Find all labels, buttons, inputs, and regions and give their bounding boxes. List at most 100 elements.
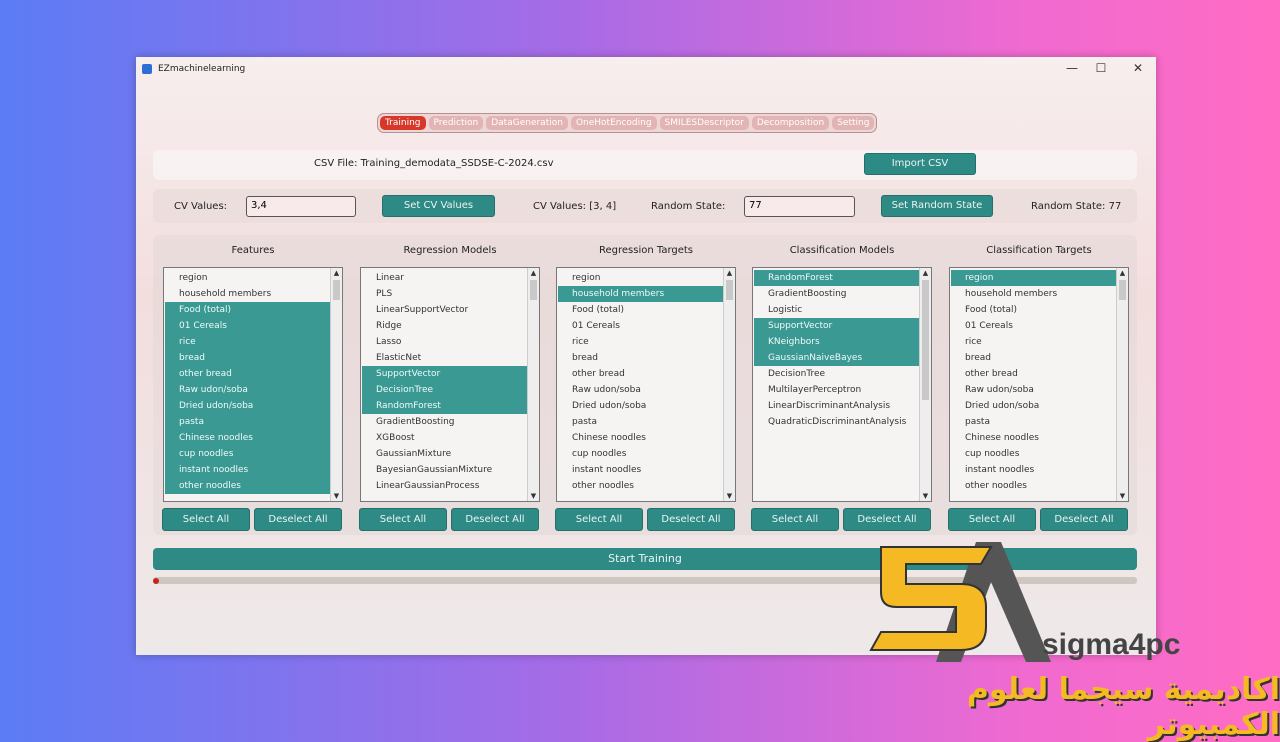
list-item[interactable]: Dried udon/soba bbox=[951, 398, 1116, 414]
scrollbar[interactable]: ▲ ▼ bbox=[527, 268, 539, 501]
cv-values-input[interactable]: 3,4 bbox=[246, 196, 356, 217]
scroll-thumb[interactable] bbox=[530, 280, 537, 300]
deselect-all-button[interactable]: Deselect All bbox=[647, 508, 735, 531]
list-item[interactable]: rice bbox=[165, 334, 330, 350]
list-item[interactable]: Food (total) bbox=[165, 302, 330, 318]
list-item[interactable]: Food (total) bbox=[951, 302, 1116, 318]
scroll-up-icon[interactable]: ▲ bbox=[724, 268, 735, 278]
set-cv-values-button[interactable]: Set CV Values bbox=[382, 195, 495, 217]
list-item[interactable]: SupportVector bbox=[754, 318, 919, 334]
list-item[interactable]: pasta bbox=[951, 414, 1116, 430]
random-state-input[interactable]: 77 bbox=[744, 196, 855, 217]
list-item[interactable]: Linear bbox=[362, 270, 527, 286]
scroll-up-icon[interactable]: ▲ bbox=[920, 268, 931, 278]
scroll-down-icon[interactable]: ▼ bbox=[920, 491, 931, 501]
list-item[interactable]: other noodles bbox=[558, 478, 723, 494]
set-random-state-button[interactable]: Set Random State bbox=[881, 195, 993, 217]
list-item[interactable]: instant noodles bbox=[951, 462, 1116, 478]
scroll-up-icon[interactable]: ▲ bbox=[331, 268, 342, 278]
scroll-up-icon[interactable]: ▲ bbox=[1117, 268, 1128, 278]
list-item[interactable]: PLS bbox=[362, 286, 527, 302]
list-item[interactable]: bread bbox=[951, 350, 1116, 366]
list-item[interactable]: 01 Cereals bbox=[951, 318, 1116, 334]
list-item[interactable]: Dried udon/soba bbox=[558, 398, 723, 414]
list-item[interactable]: LinearSupportVector bbox=[362, 302, 527, 318]
list-item[interactable]: region bbox=[558, 270, 723, 286]
list-item[interactable]: DecisionTree bbox=[362, 382, 527, 398]
list-item[interactable]: GaussianNaiveBayes bbox=[754, 350, 919, 366]
deselect-all-button[interactable]: Deselect All bbox=[843, 508, 931, 531]
deselect-all-button[interactable]: Deselect All bbox=[1040, 508, 1128, 531]
listbox-regression-models[interactable]: Linear PLS LinearSupportVector Ridge Lasso El… bbox=[360, 267, 540, 502]
scrollbar[interactable]: ▲ ▼ bbox=[330, 268, 342, 501]
deselect-all-button[interactable]: Deselect All bbox=[451, 508, 539, 531]
scroll-down-icon[interactable]: ▼ bbox=[528, 491, 539, 501]
scroll-thumb[interactable] bbox=[726, 280, 733, 300]
list-item[interactable]: cup noodles bbox=[165, 446, 330, 462]
list-item[interactable]: region bbox=[165, 270, 330, 286]
list-item[interactable]: RandomForest bbox=[362, 398, 527, 414]
listbox-classification-targets[interactable]: region household members Food (total) 01 Ce… bbox=[949, 267, 1129, 502]
list-item[interactable]: pasta bbox=[558, 414, 723, 430]
list-item[interactable]: instant noodles bbox=[165, 462, 330, 478]
tab-onehotencoding[interactable]: OneHotEncoding bbox=[570, 116, 657, 130]
tab-training[interactable]: Training bbox=[380, 116, 426, 130]
list-item[interactable]: GradientBoosting bbox=[362, 414, 527, 430]
list-item[interactable]: Ridge bbox=[362, 318, 527, 334]
scroll-down-icon[interactable]: ▼ bbox=[331, 491, 342, 501]
list-item[interactable]: ElasticNet bbox=[362, 350, 527, 366]
list-item[interactable]: DecisionTree bbox=[754, 366, 919, 382]
select-all-button[interactable]: Select All bbox=[948, 508, 1036, 531]
list-item[interactable]: other bread bbox=[951, 366, 1116, 382]
list-item[interactable]: other bread bbox=[558, 366, 723, 382]
minimize-button[interactable]: — bbox=[1062, 61, 1082, 75]
list-item[interactable]: GradientBoosting bbox=[754, 286, 919, 302]
listbox-classification-models[interactable]: RandomForest GradientBoosting Logistic Supp… bbox=[752, 267, 932, 502]
scroll-thumb[interactable] bbox=[1119, 280, 1126, 300]
list-item[interactable]: LinearDiscriminantAnalysis bbox=[754, 398, 919, 414]
list-item[interactable]: Chinese noodles bbox=[558, 430, 723, 446]
scrollbar[interactable]: ▲ ▼ bbox=[919, 268, 931, 501]
list-item[interactable]: Raw udon/soba bbox=[951, 382, 1116, 398]
list-item[interactable]: QuadraticDiscriminantAnalysis bbox=[754, 414, 919, 430]
tab-smilesdescriptor[interactable]: SMILESDescriptor bbox=[659, 116, 749, 130]
list-item[interactable]: other noodles bbox=[951, 478, 1116, 494]
deselect-all-button[interactable]: Deselect All bbox=[254, 508, 342, 531]
list-item[interactable]: XGBoost bbox=[362, 430, 527, 446]
list-item[interactable]: rice bbox=[951, 334, 1116, 350]
scroll-thumb[interactable] bbox=[922, 280, 929, 400]
list-item[interactable]: 01 Cereals bbox=[558, 318, 723, 334]
scrollbar[interactable]: ▲ ▼ bbox=[1116, 268, 1128, 501]
list-item[interactable]: MultilayerPerceptron bbox=[754, 382, 919, 398]
list-item[interactable]: pasta bbox=[165, 414, 330, 430]
tab-prediction[interactable]: Prediction bbox=[428, 116, 484, 130]
list-item[interactable]: 01 Cereals bbox=[165, 318, 330, 334]
list-item[interactable]: SupportVector bbox=[362, 366, 527, 382]
scroll-down-icon[interactable]: ▼ bbox=[1117, 491, 1128, 501]
list-item[interactable]: RandomForest bbox=[754, 270, 919, 286]
list-item[interactable]: household members bbox=[165, 286, 330, 302]
list-item[interactable]: cup noodles bbox=[951, 446, 1116, 462]
list-item[interactable]: other noodles bbox=[165, 478, 330, 494]
list-item[interactable]: Lasso bbox=[362, 334, 527, 350]
list-item[interactable]: household members bbox=[558, 286, 723, 302]
list-item[interactable]: instant noodles bbox=[558, 462, 723, 478]
scroll-thumb[interactable] bbox=[333, 280, 340, 300]
list-item[interactable]: region bbox=[951, 270, 1116, 286]
list-item[interactable]: Dried udon/soba bbox=[165, 398, 330, 414]
list-item[interactable]: GaussianMixture bbox=[362, 446, 527, 462]
list-item[interactable]: BayesianGaussianMixture bbox=[362, 462, 527, 478]
list-item[interactable]: Raw udon/soba bbox=[165, 382, 330, 398]
scrollbar[interactable]: ▲ ▼ bbox=[723, 268, 735, 501]
tab-setting[interactable]: Setting bbox=[832, 116, 875, 130]
listbox-regression-targets[interactable]: region household members Food (total) 01 Ce… bbox=[556, 267, 736, 502]
import-csv-button[interactable]: Import CSV bbox=[864, 153, 976, 175]
scroll-up-icon[interactable]: ▲ bbox=[528, 268, 539, 278]
scroll-down-icon[interactable]: ▼ bbox=[724, 491, 735, 501]
list-item[interactable]: cup noodles bbox=[558, 446, 723, 462]
list-item[interactable]: household members bbox=[951, 286, 1116, 302]
list-item[interactable]: Chinese noodles bbox=[165, 430, 330, 446]
maximize-button[interactable]: ☐ bbox=[1091, 61, 1111, 75]
list-item[interactable]: other bread bbox=[165, 366, 330, 382]
list-item[interactable]: Logistic bbox=[754, 302, 919, 318]
